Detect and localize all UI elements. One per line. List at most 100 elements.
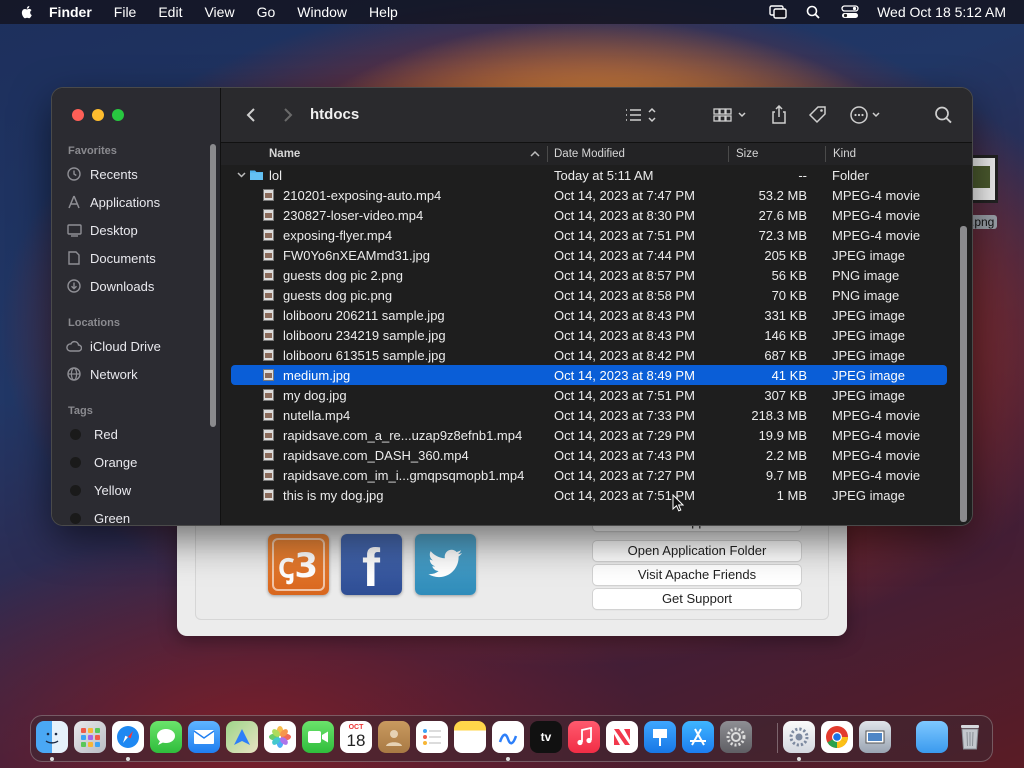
zoom-button[interactable]: [112, 109, 124, 121]
sidebar-item-network[interactable]: Network: [66, 363, 138, 385]
sidebar-item-desktop[interactable]: Desktop: [66, 219, 138, 241]
sidebar-tag-orange[interactable]: Orange: [66, 451, 137, 473]
search-icon[interactable]: [933, 105, 955, 125]
more-actions-icon[interactable]: [849, 105, 885, 125]
freeform-dock-icon[interactable]: [492, 721, 524, 753]
facetime-dock-icon[interactable]: [302, 721, 334, 753]
file-list-scrollbar[interactable]: [960, 226, 967, 522]
spotlight-search-icon[interactable]: [805, 5, 823, 19]
column-name[interactable]: Name: [269, 148, 300, 160]
column-date-modified[interactable]: Date Modified: [554, 148, 625, 160]
column-divider[interactable]: [825, 146, 826, 162]
preview-dock-icon[interactable]: [859, 721, 891, 753]
open-application-folder-button[interactable]: Open Application Folder: [593, 541, 801, 561]
sidebar-tag-green[interactable]: Green: [66, 507, 130, 525]
sidebar-scrollbar[interactable]: [210, 144, 216, 427]
news-dock-icon[interactable]: [606, 721, 638, 753]
control-center-icon[interactable]: [841, 5, 859, 19]
table-row[interactable]: this is my dog.jpg Oct 14, 2023 at 7:51 P…: [231, 485, 947, 505]
table-row[interactable]: 230827-loser-video.mp4 Oct 14, 2023 at 8:…: [231, 205, 947, 225]
file-size: 70 KB: [771, 288, 807, 303]
sidebar-item-downloads[interactable]: Downloads: [66, 275, 154, 297]
launchpad-dock-icon[interactable]: [74, 721, 106, 753]
menu-edit[interactable]: Edit: [158, 4, 182, 20]
file-date: Oct 14, 2023 at 8:43 PM: [554, 308, 695, 323]
share-icon[interactable]: [768, 105, 790, 125]
table-row[interactable]: exposing-flyer.mp4 Oct 14, 2023 at 7:51 P…: [231, 225, 947, 245]
sidebar-item-documents[interactable]: Documents: [66, 247, 156, 269]
calendar-dock-icon[interactable]: OCT 18: [340, 721, 372, 753]
notes-dock-icon[interactable]: [454, 721, 486, 753]
visit-apache-friends-button[interactable]: Visit Apache Friends: [593, 565, 801, 585]
facebook-icon[interactable]: f: [341, 534, 402, 598]
table-row[interactable]: rapidsave.com_a_re...uzap9z8efnb1.mp4 Oct…: [231, 425, 947, 445]
table-row[interactable]: rapidsave.com_im_i...gmqpsqmopb1.mp4 Oct …: [231, 465, 947, 485]
tag-icon[interactable]: [807, 105, 829, 125]
column-divider[interactable]: [547, 146, 548, 162]
table-row[interactable]: guests dog pic 2.png Oct 14, 2023 at 8:57…: [231, 265, 947, 285]
file-size: 53.2 MB: [758, 188, 807, 203]
file-name: this is my dog.jpg: [283, 488, 384, 503]
utility-dock-icon[interactable]: [783, 721, 815, 753]
maps-dock-icon[interactable]: [226, 721, 258, 753]
close-button[interactable]: [72, 109, 84, 121]
disclosure-chevron-icon[interactable]: [237, 171, 246, 179]
back-icon[interactable]: [241, 105, 263, 125]
sidebar-tag-yellow[interactable]: Yellow: [66, 479, 131, 501]
menu-file[interactable]: File: [114, 4, 137, 20]
menu-clock[interactable]: Wed Oct 18 5:12 AM: [877, 4, 1006, 20]
table-row[interactable]: FW0Yo6nXEAMmd31.jpg Oct 14, 2023 at 7:44 …: [231, 245, 947, 265]
list-view-icon[interactable]: [623, 105, 661, 125]
forward-icon[interactable]: [276, 105, 298, 125]
reminders-dock-icon[interactable]: [416, 721, 448, 753]
finder-dock-icon[interactable]: [36, 721, 68, 753]
table-row-selected[interactable]: medium.jpg Oct 14, 2023 at 8:49 PM 41 KB JP…: [231, 365, 947, 385]
chrome-dock-icon[interactable]: [821, 721, 853, 753]
group-icon[interactable]: [712, 105, 750, 125]
sidebar-item-applications[interactable]: Applications: [66, 191, 160, 213]
table-row[interactable]: lolibooru 234219 sample.jpg Oct 14, 2023 …: [231, 325, 947, 345]
table-row[interactable]: guests dog pic.png Oct 14, 2023 at 8:58 P…: [231, 285, 947, 305]
table-row[interactable]: lolibooru 613515 sample.jpg Oct 14, 2023 …: [231, 345, 947, 365]
apple-tv-dock-icon[interactable]: tv: [530, 721, 562, 753]
screen-mirroring-icon[interactable]: [769, 5, 787, 19]
sort-ascending-icon[interactable]: [530, 150, 540, 158]
app-store-dock-icon[interactable]: [682, 721, 714, 753]
menu-window[interactable]: Window: [297, 4, 347, 20]
twitter-icon[interactable]: [415, 534, 476, 595]
contacts-dock-icon[interactable]: [378, 721, 410, 753]
music-dock-icon[interactable]: [568, 721, 600, 753]
mail-dock-icon[interactable]: [188, 721, 220, 753]
column-divider[interactable]: [728, 146, 729, 162]
table-row[interactable]: rapidsave.com_DASH_360.mp4 Oct 14, 2023 a…: [231, 445, 947, 465]
keynote-dock-icon[interactable]: [644, 721, 676, 753]
apple-menu-icon[interactable]: [19, 4, 35, 20]
table-row[interactable]: my dog.jpg Oct 14, 2023 at 7:51 PM 307 KB J…: [231, 385, 947, 405]
table-row[interactable]: 210201-exposing-auto.mp4 Oct 14, 2023 at …: [231, 185, 947, 205]
file-name: guests dog pic 2.png: [283, 268, 403, 283]
safari-dock-icon[interactable]: [112, 721, 144, 753]
downloads-folder-dock-icon[interactable]: [916, 721, 948, 753]
column-kind[interactable]: Kind: [833, 148, 856, 160]
menu-go[interactable]: Go: [257, 4, 276, 20]
column-size[interactable]: Size: [736, 148, 758, 160]
get-support-button[interactable]: Get Support: [593, 589, 801, 609]
file-kind: JPEG image: [832, 368, 905, 383]
minimize-button[interactable]: [92, 109, 104, 121]
sidebar-tag-red[interactable]: Red: [66, 423, 118, 445]
sidebar-item-recents[interactable]: Recents: [66, 163, 138, 185]
menu-view[interactable]: View: [204, 4, 234, 20]
document-icon: [66, 250, 82, 266]
photos-dock-icon[interactable]: [264, 721, 296, 753]
file-size: --: [798, 168, 807, 183]
trash-dock-icon[interactable]: [954, 721, 986, 753]
system-settings-dock-icon[interactable]: [720, 721, 752, 753]
file-kind: MPEG-4 movie: [832, 228, 921, 243]
menu-app-name[interactable]: Finder: [49, 4, 92, 20]
table-row[interactable]: nutella.mp4 Oct 14, 2023 at 7:33 PM 218.3 …: [231, 405, 947, 425]
menu-help[interactable]: Help: [369, 4, 398, 20]
table-row[interactable]: lolibooru 206211 sample.jpg Oct 14, 2023 …: [231, 305, 947, 325]
messages-dock-icon[interactable]: [150, 721, 182, 753]
sidebar-item-icloud-drive[interactable]: iCloud Drive: [66, 335, 161, 357]
folder-row-lol[interactable]: lol Today at 5:11 AM -- Folder: [231, 165, 947, 185]
